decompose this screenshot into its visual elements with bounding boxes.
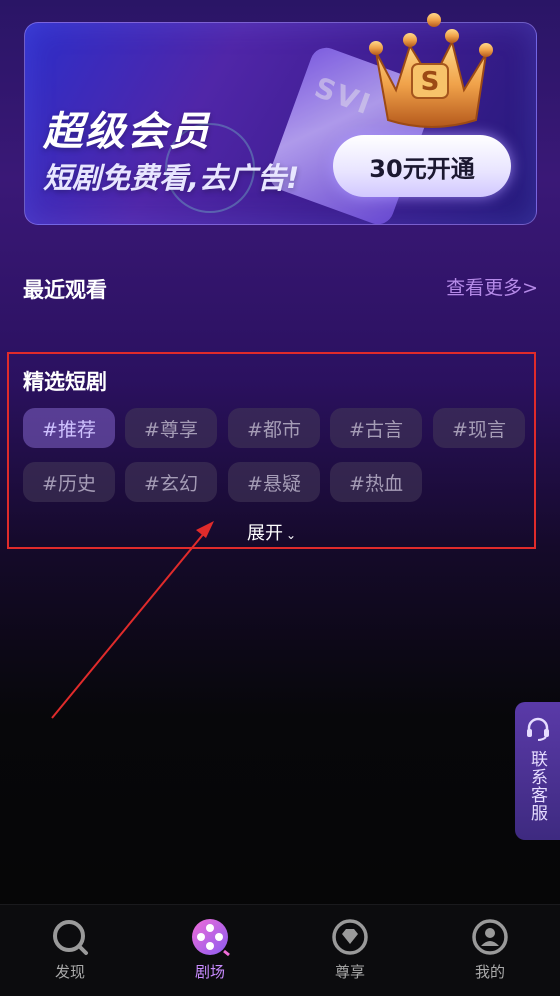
tag-mystery[interactable]: #悬疑	[228, 462, 320, 502]
tag-premium[interactable]: #尊享	[125, 408, 217, 448]
expand-label: 展开	[246, 523, 283, 544]
recent-title: 最近观看	[23, 278, 107, 302]
chevron-down-icon: ⌄	[285, 528, 297, 542]
tag-fantasy[interactable]: #玄幻	[125, 462, 217, 502]
nav-profile[interactable]: 我的	[445, 917, 535, 982]
headset-icon	[526, 717, 549, 741]
tag-urban[interactable]: #都市	[228, 408, 320, 448]
crown-icon: S	[369, 13, 493, 128]
open-vip-button[interactable]: 30元开通	[333, 135, 511, 197]
banner-subtitle: 短剧免费看,去广告!	[43, 161, 300, 195]
bottom-nav: 发现 剧场 尊享 我的	[0, 904, 560, 996]
tag-recommend[interactable]: #推荐	[23, 408, 115, 448]
tag-hot-blooded[interactable]: #热血	[330, 462, 422, 502]
see-more-link[interactable]: 查看更多>	[446, 273, 538, 300]
discover-icon	[53, 920, 88, 955]
profile-icon	[472, 919, 508, 955]
nav-premium[interactable]: 尊享	[305, 917, 395, 982]
theater-icon	[192, 919, 230, 957]
tag-ancient-romance[interactable]: #古言	[330, 408, 422, 448]
nav-discover[interactable]: 发现	[25, 917, 115, 982]
svg-text:S: S	[421, 67, 440, 97]
tag-modern-romance[interactable]: #现言	[433, 408, 525, 448]
customer-service-label: 联系客服	[527, 750, 547, 822]
diamond-icon	[332, 919, 368, 955]
banner-title: 超级会员	[43, 109, 211, 155]
customer-service-button[interactable]: 联系客服	[515, 702, 560, 840]
featured-section: 精选短剧 #推荐 #尊享 #都市 #古言 #现言 #历史 #玄幻 #悬疑 #热血…	[7, 352, 536, 549]
expand-button[interactable]: 展开 ⌄	[9, 519, 534, 545]
featured-title: 精选短剧	[23, 370, 107, 394]
nav-theater[interactable]: 剧场	[165, 917, 255, 982]
tag-history[interactable]: #历史	[23, 462, 115, 502]
